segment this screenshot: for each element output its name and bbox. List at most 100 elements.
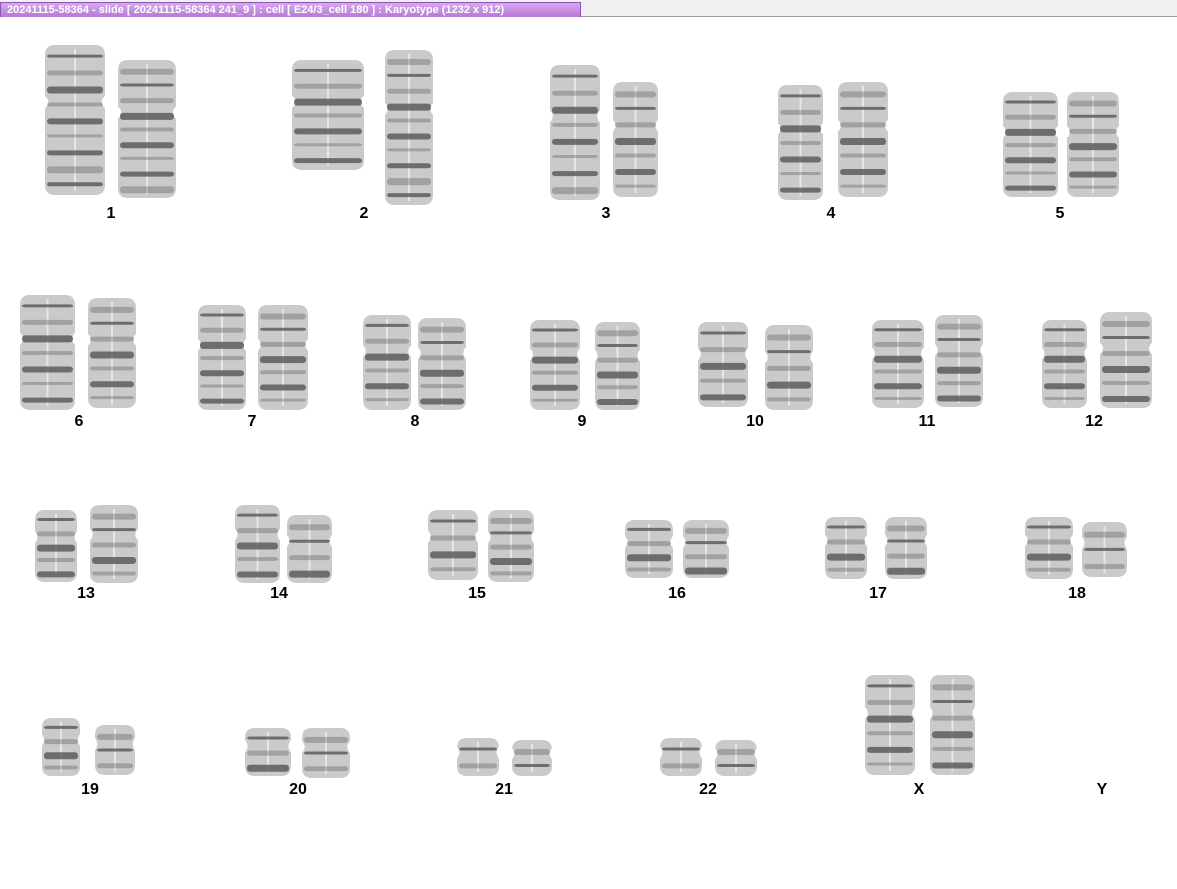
g-band [387,58,431,65]
g-band [840,153,886,158]
chromosome-15-b[interactable] [488,510,534,582]
chromosome-22-b[interactable] [715,740,757,776]
chromosome-5-a[interactable] [1003,92,1058,197]
chromosome-18-b[interactable] [1082,522,1127,577]
g-band [44,765,78,770]
chromosome-12-a[interactable] [1042,320,1087,408]
g-band [365,383,409,390]
chromosome-17-b[interactable] [885,517,927,579]
g-band [387,163,431,169]
chromosome-2-a[interactable] [292,60,364,170]
chromosome-21-b[interactable] [512,740,552,776]
chromosome-6-a[interactable] [20,295,75,410]
g-band [932,684,973,691]
g-band [552,171,598,177]
chromosome-15-a[interactable] [428,510,478,580]
chromosome-12-b[interactable] [1100,312,1152,408]
chromosome-label-2: 2 [359,205,369,222]
chromosome-20-b[interactable] [302,728,350,778]
g-band [90,396,134,400]
g-band [120,127,174,132]
chromosome-10-b[interactable] [765,325,813,410]
g-band [430,519,476,523]
chromosome-2-b[interactable] [385,50,433,205]
g-band [685,527,727,534]
chromosome-13-b[interactable] [90,505,138,583]
chromosome-13-a[interactable] [35,510,77,582]
g-band [932,731,973,739]
g-band [867,700,913,705]
chromosome-6-b[interactable] [88,298,136,408]
g-band [1102,321,1150,327]
g-band [47,118,103,125]
g-band [874,342,922,347]
g-band [887,539,925,543]
chromosome-16-b[interactable] [683,520,729,578]
g-band [1005,143,1056,148]
chromosome-20-a[interactable] [245,728,291,776]
g-band [22,350,73,355]
g-band [615,122,656,128]
chromosome-18-a[interactable] [1025,517,1073,579]
chromosome-22-a[interactable] [660,738,702,776]
chromosome-14-b[interactable] [287,515,332,583]
g-band [37,571,75,578]
g-band [490,518,532,524]
g-band [260,341,306,347]
g-band [532,398,578,402]
chromosome-X-a[interactable] [865,675,915,775]
g-band [237,571,278,578]
chromosome-8-b[interactable] [418,318,466,410]
g-band [780,94,821,98]
chromosome-label-18: 18 [1068,585,1086,602]
g-band [840,169,886,176]
chromosome-3-a[interactable] [550,65,600,200]
g-band [700,347,746,353]
g-band [294,68,362,72]
g-band [937,366,981,374]
chromosome-1-a[interactable] [45,45,105,195]
g-band [200,313,244,317]
g-band [867,715,913,723]
g-band [615,137,656,145]
chromosome-4-b[interactable] [838,82,888,197]
g-band [532,370,578,375]
chromosome-9-a[interactable] [530,320,580,410]
chromosome-11-b[interactable] [935,315,983,407]
chromosome-17-a[interactable] [825,517,867,579]
g-band [532,328,578,332]
g-band [420,326,464,333]
chromosome-10-a[interactable] [698,322,748,407]
g-band [387,148,431,152]
g-band [1102,396,1150,402]
g-band [47,86,103,94]
chromosome-19-a[interactable] [42,718,80,776]
chromosome-14-a[interactable] [235,505,280,583]
g-band [1005,171,1056,175]
g-band [597,344,638,347]
chromosome-7-a[interactable] [198,305,246,410]
g-band [1044,342,1085,347]
chromosome-8-a[interactable] [363,315,411,410]
chromosome-19-b[interactable] [95,725,135,775]
chromosome-X-b[interactable] [930,675,975,775]
chromosome-label-8: 8 [410,413,420,430]
g-band [260,398,306,402]
g-band [22,382,73,386]
chromosome-9-b[interactable] [595,322,640,410]
chromosome-3-b[interactable] [613,82,658,197]
chromosome-1-b[interactable] [118,60,176,198]
chromosome-21-a[interactable] [457,738,499,776]
g-band [1102,336,1150,339]
chromosome-5-b[interactable] [1067,92,1119,197]
g-band [47,166,103,174]
window-titlebar: 20241115-58364 - slide [ 20241115-58364 … [0,0,1177,17]
g-band [932,762,973,769]
window-title-tab[interactable]: 20241115-58364 - slide [ 20241115-58364 … [0,2,581,17]
chromosome-7-b[interactable] [258,305,308,410]
chromosome-11-a[interactable] [872,320,924,408]
g-band [289,524,330,531]
chromosome-16-a[interactable] [625,520,673,578]
g-band [597,371,638,379]
chromosome-4-a[interactable] [778,85,823,200]
